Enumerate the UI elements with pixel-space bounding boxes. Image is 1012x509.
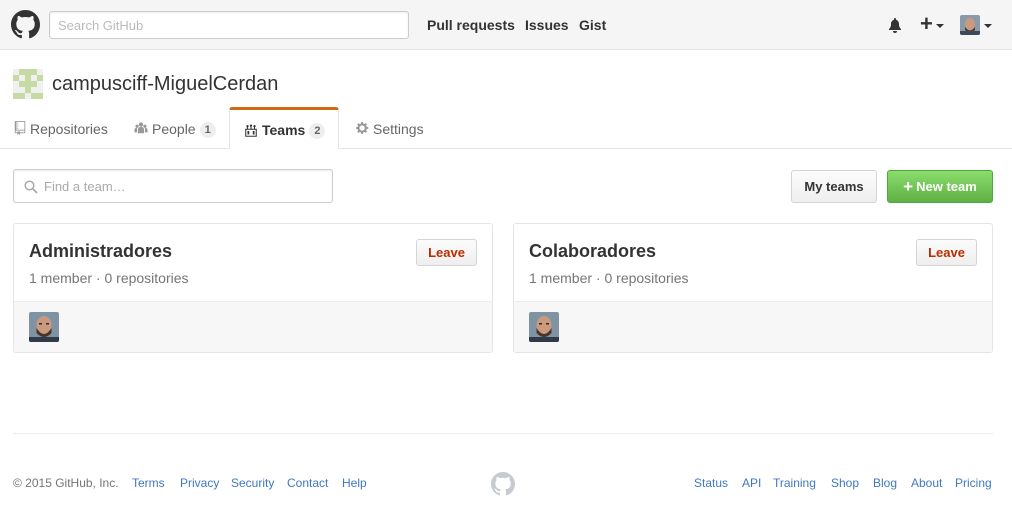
nav-issues[interactable]: Issues <box>525 17 569 33</box>
nav-pull-requests[interactable]: Pull requests <box>427 17 515 33</box>
org-name[interactable]: campusciff-MiguelCerdan <box>52 73 278 96</box>
team-name[interactable]: Colaboradores <box>529 241 656 262</box>
footer-link-help[interactable]: Help <box>342 476 367 490</box>
footer-divider <box>13 433 993 434</box>
gear-icon <box>356 121 369 135</box>
bell-icon[interactable] <box>887 17 903 33</box>
footer-link-about[interactable]: About <box>911 476 942 490</box>
footer-link-contact[interactable]: Contact <box>287 476 328 490</box>
chevron-down-icon[interactable] <box>936 24 944 28</box>
find-team-box[interactable] <box>13 169 333 203</box>
org-avatar <box>13 69 43 99</box>
new-team-button[interactable]: + New team <box>887 170 993 203</box>
github-mark-icon[interactable] <box>491 472 515 496</box>
people-count-badge: 1 <box>199 122 216 138</box>
team-member-count[interactable]: 1 member <box>29 270 92 286</box>
avatar[interactable] <box>529 312 559 342</box>
team-card: Colaboradores 1 member · 0 repositories … <box>513 223 993 353</box>
footer-link-shop[interactable]: Shop <box>831 476 859 490</box>
footer-link-blog[interactable]: Blog <box>873 476 897 490</box>
search-input[interactable] <box>49 11 409 39</box>
footer-copyright: © 2015 GitHub, Inc. <box>13 476 119 490</box>
search-icon <box>24 180 38 194</box>
top-header: Pull requests Issues Gist + <box>0 0 1012 50</box>
tab-settings[interactable]: Settings <box>356 107 424 149</box>
nav-gist[interactable]: Gist <box>579 17 606 33</box>
team-member-count[interactable]: 1 member <box>529 270 592 286</box>
tab-label: Repositories <box>30 121 108 137</box>
team-name[interactable]: Administradores <box>29 241 172 262</box>
team-card: Administradores 1 member · 0 repositorie… <box>13 223 493 353</box>
my-teams-button[interactable]: My teams <box>791 170 877 203</box>
chevron-down-icon[interactable] <box>984 24 992 28</box>
footer-link-training[interactable]: Training <box>773 476 816 490</box>
footer-link-status[interactable]: Status <box>694 476 728 490</box>
tab-label: Settings <box>373 121 424 137</box>
team-repo-count[interactable]: 0 repositories <box>104 270 188 286</box>
leave-button[interactable]: Leave <box>416 239 477 266</box>
team-repo-count[interactable]: 0 repositories <box>604 270 688 286</box>
new-team-label: New team <box>916 179 977 194</box>
user-avatar[interactable] <box>960 15 980 35</box>
footer-link-privacy[interactable]: Privacy <box>180 476 219 490</box>
tab-people[interactable]: People 1 <box>134 107 216 149</box>
avatar[interactable] <box>29 312 59 342</box>
teams-count-badge: 2 <box>309 123 326 139</box>
footer-link-terms[interactable]: Terms <box>132 476 165 490</box>
footer-link-security[interactable]: Security <box>231 476 274 490</box>
team-meta: 1 member · 0 repositories <box>29 270 189 286</box>
team-members-strip <box>14 301 492 352</box>
people-icon <box>134 122 148 134</box>
tab-repositories[interactable]: Repositories <box>13 107 108 149</box>
github-logo-icon[interactable] <box>11 10 40 39</box>
team-members-strip <box>514 301 992 352</box>
team-meta: 1 member · 0 repositories <box>529 270 689 286</box>
team-icon <box>245 124 257 137</box>
footer-link-api[interactable]: API <box>742 476 761 490</box>
plus-icon: + <box>903 177 914 196</box>
tab-label: People <box>152 121 196 137</box>
plus-icon[interactable]: + <box>920 13 933 35</box>
footer-link-pricing[interactable]: Pricing <box>955 476 992 490</box>
tab-label: Teams <box>262 122 306 138</box>
leave-button[interactable]: Leave <box>916 239 977 266</box>
org-tabs: Repositories People 1 Teams 2 Settings <box>0 107 1012 150</box>
repo-icon <box>14 121 26 135</box>
find-team-input[interactable] <box>44 170 329 202</box>
tab-teams[interactable]: Teams 2 <box>229 107 339 150</box>
